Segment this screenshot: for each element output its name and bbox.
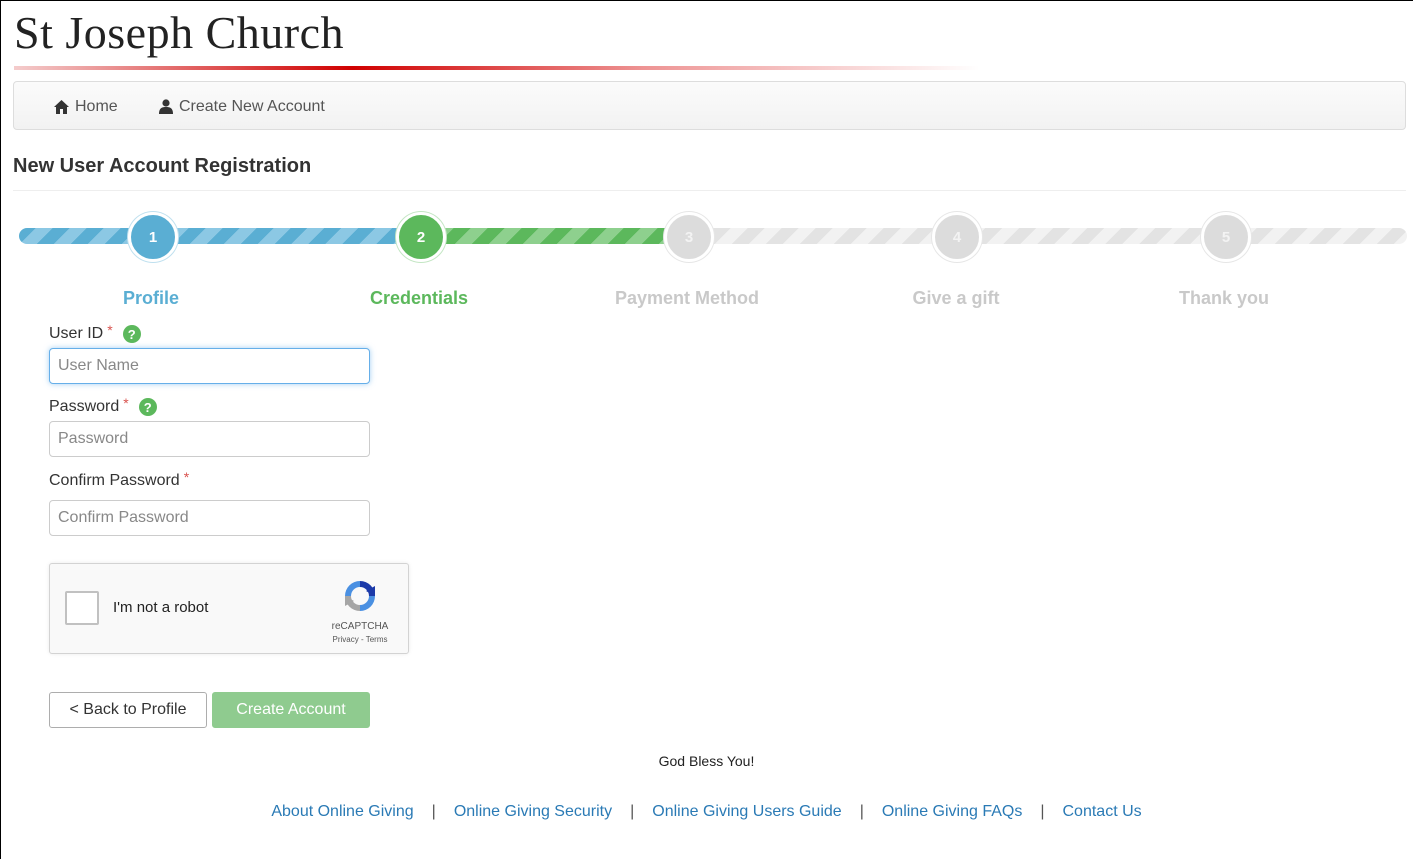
wizard-step-label-thank-you: Thank you	[1178, 288, 1269, 308]
user-id-label-text: User ID	[49, 325, 104, 342]
wizard-step-3: 3	[664, 212, 714, 262]
wizard-step-4: 4	[932, 212, 982, 262]
password-label-text: Password	[49, 398, 120, 415]
required-marker: *	[123, 395, 129, 411]
footer-link-users-guide[interactable]: Online Giving Users Guide	[652, 803, 841, 820]
nav-home-link[interactable]: Home	[54, 82, 118, 131]
confirm-password-label: Confirm Password *	[49, 469, 190, 490]
password-label: Password * ?	[49, 395, 157, 416]
required-marker: *	[183, 469, 190, 485]
home-icon	[54, 99, 69, 114]
recaptcha-checkbox[interactable]	[65, 591, 99, 625]
footer-separator: |	[859, 803, 864, 820]
footer-separator: |	[630, 803, 635, 820]
create-account-button[interactable]: Create Account	[212, 692, 370, 728]
heading-divider	[13, 190, 1406, 191]
recaptcha-label: I'm not a robot	[113, 599, 209, 616]
site-title: St Joseph Church	[14, 7, 344, 58]
recaptcha-widget: I'm not a robot reCAPTCHA Privacy - Term…	[49, 563, 409, 654]
wizard-step-label-payment: Payment Method	[614, 288, 760, 308]
nav-home-label: Home	[75, 97, 118, 115]
footer-link-contact[interactable]: Contact Us	[1063, 803, 1142, 820]
footer-links: About Online Giving | Online Giving Securi…	[0, 803, 1413, 821]
recaptcha-privacy-terms[interactable]: Privacy - Terms	[320, 635, 400, 644]
progress-track-pending	[680, 228, 1407, 244]
progress-track-step2	[420, 228, 678, 244]
title-underline	[14, 66, 980, 70]
back-to-profile-button[interactable]: < Back to Profile	[49, 692, 207, 728]
progress-track-step1	[19, 228, 409, 244]
footer-link-security[interactable]: Online Giving Security	[454, 803, 612, 820]
footer-link-faqs[interactable]: Online Giving FAQs	[882, 803, 1023, 820]
wizard-step-label-profile[interactable]: Profile	[51, 288, 251, 309]
help-icon[interactable]: ?	[138, 398, 157, 416]
page-title: New User Account Registration	[13, 155, 312, 177]
wizard-step-label-gift: Give a gift	[912, 288, 1000, 308]
password-input[interactable]	[49, 421, 370, 457]
user-id-label: User ID * ?	[49, 322, 141, 343]
nav-create-label: Create New Account	[179, 97, 325, 115]
wizard-step-1[interactable]: 1	[128, 212, 178, 262]
wizard-step-label-credentials[interactable]: Credentials	[319, 288, 519, 309]
confirm-password-input[interactable]	[49, 500, 370, 536]
user-id-input[interactable]	[49, 348, 370, 384]
footer-link-about[interactable]: About Online Giving	[271, 803, 413, 820]
footer-message: God Bless You!	[658, 753, 755, 769]
recaptcha-logo-icon	[345, 581, 375, 611]
wizard-step-2[interactable]: 2	[396, 212, 446, 262]
breadcrumb-navbar: Home Create New Account	[13, 81, 1406, 130]
footer-separator: |	[1040, 803, 1045, 820]
footer-separator: |	[431, 803, 436, 820]
nav-create-account-link[interactable]: Create New Account	[159, 82, 325, 131]
confirm-password-label-text: Confirm Password	[49, 472, 180, 489]
recaptcha-brand: reCAPTCHA	[331, 621, 389, 632]
user-icon	[159, 99, 173, 114]
required-marker: *	[107, 322, 113, 338]
help-icon[interactable]: ?	[122, 325, 141, 343]
wizard-step-5: 5	[1201, 212, 1251, 262]
